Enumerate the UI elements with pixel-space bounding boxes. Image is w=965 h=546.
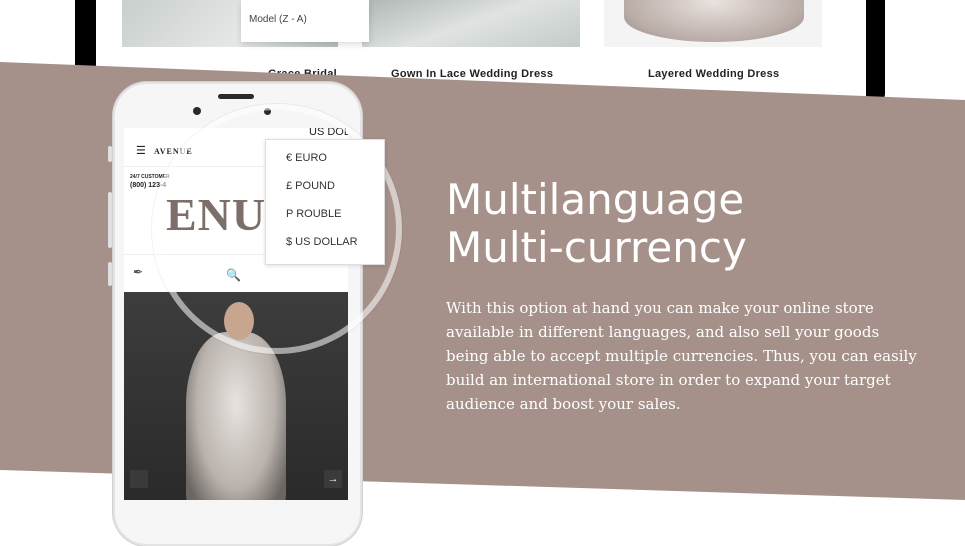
product-title[interactable]: Gown In Lace Wedding Dress — [391, 68, 553, 80]
feature-description: With this option at hand you can make yo… — [446, 299, 917, 413]
currency-option-usd[interactable]: $ US DOLLAR — [286, 236, 358, 248]
search-icon[interactable]: 🔍 — [226, 268, 241, 282]
phone-speaker — [218, 94, 254, 99]
sort-option[interactable]: Model (Z - A) — [249, 14, 307, 25]
feature-title: Multilanguage Multi-currency — [446, 176, 747, 272]
currency-dropdown: € EURO £ POUND P ROUBLE $ US DOLLAR — [265, 139, 385, 265]
hamburger-icon[interactable]: ☰ — [136, 144, 146, 157]
eyedropper-icon[interactable]: ✒ — [133, 265, 143, 279]
currency-option-rouble[interactable]: P ROUBLE — [286, 208, 341, 220]
currency-option-euro[interactable]: € EURO — [286, 152, 327, 164]
dress-graphic — [186, 332, 286, 500]
feature-title-line1: Multilanguage — [446, 175, 745, 224]
phone-side-button — [108, 192, 112, 248]
sort-dropdown[interactable]: Model (Z - A) — [241, 0, 369, 42]
currency-option-pound[interactable]: £ POUND — [286, 180, 335, 192]
product-image-gown-lace[interactable] — [362, 0, 580, 47]
phone-side-button — [108, 262, 112, 286]
slider-prev-button[interactable] — [130, 470, 148, 488]
phone-camera — [193, 107, 201, 115]
product-image-layered[interactable] — [604, 0, 822, 47]
arrow-right-icon[interactable]: → — [324, 470, 342, 488]
feature-title-line2: Multi-currency — [446, 223, 747, 272]
product-title[interactable]: Layered Wedding Dress — [648, 68, 779, 80]
phone-side-button — [108, 146, 112, 162]
skirt-graphic — [624, 0, 804, 42]
